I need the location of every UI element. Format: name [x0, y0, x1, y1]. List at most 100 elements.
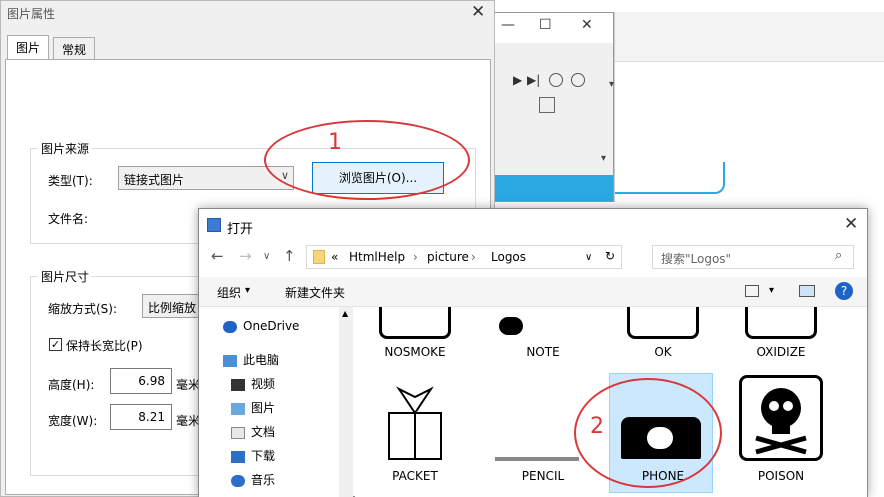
file-label: NOSMOKE — [384, 345, 446, 359]
breadcrumb-separator-icon: › — [413, 250, 418, 264]
minimize-icon[interactable]: — — [501, 17, 515, 33]
background-titlebar: — ☐ ✕ — [493, 13, 613, 43]
open-dialog-title: 打开 — [227, 222, 254, 237]
nav-item-this-pc[interactable]: 此电脑 — [223, 351, 279, 373]
breadcrumb-logos[interactable]: Logos — [491, 250, 526, 264]
scroll-arrow-icon[interactable]: ▾ — [601, 153, 606, 164]
next-icon[interactable]: ▶ — [513, 73, 522, 87]
breadcrumb-htmlhelp[interactable]: HtmlHelp — [349, 250, 405, 264]
open-dialog-icon — [207, 218, 221, 232]
annotation-number-1: 1 — [328, 130, 342, 155]
up-arrow-icon[interactable]: ↑ — [283, 247, 296, 265]
file-label: OK — [654, 345, 672, 359]
file-label: POISON — [757, 469, 805, 483]
ruler-strip — [493, 175, 613, 201]
nav-item-documents[interactable]: 文档 — [231, 423, 275, 445]
nav-item-label: 文档 — [251, 425, 276, 439]
nav-item-onedrive[interactable]: OneDrive — [223, 319, 299, 341]
annotation-number-2: 2 — [590, 414, 604, 439]
nav-item-label: OneDrive — [243, 319, 300, 333]
organize-dropdown-icon[interactable]: ▾ — [245, 285, 250, 296]
close-icon[interactable]: ✕ — [844, 214, 858, 234]
address-dropdown-icon[interactable]: ∨ — [585, 252, 592, 263]
tab-picture[interactable]: 图片 — [7, 35, 50, 59]
new-folder-button[interactable]: 新建文件夹 — [285, 284, 345, 301]
file-label: PACKET — [392, 469, 438, 483]
pencil-thumbnail — [495, 457, 579, 461]
refresh-icon[interactable]: ↻ — [605, 249, 615, 263]
width-unit: 毫米 — [176, 414, 201, 428]
keep-ratio-checkbox[interactable]: ✓ — [49, 338, 62, 351]
view-icon[interactable] — [745, 285, 759, 297]
nav-item-music[interactable]: 音乐 — [231, 471, 275, 493]
nav-item-label: 音乐 — [251, 473, 276, 487]
help-icon[interactable]: ? — [835, 282, 853, 300]
scale-label: 缩放方式(S): — [48, 302, 118, 316]
last-icon[interactable]: ▶| — [527, 73, 540, 87]
breadcrumb-overflow[interactable]: « — [331, 250, 338, 264]
filename-label: 文件名: — [48, 212, 89, 226]
note-thumbnail — [499, 317, 523, 335]
nav-item-label: 视频 — [251, 377, 276, 391]
preview-pane-icon[interactable] — [799, 285, 815, 297]
properties-icon[interactable] — [539, 97, 555, 113]
source-group-label: 图片来源 — [38, 140, 93, 157]
canvas-edge — [615, 162, 725, 194]
dialog-title: 图片属性 — [7, 7, 56, 21]
width-label: 宽度(W): — [48, 414, 98, 428]
search-box[interactable]: 搜索"Logos" ⌕ — [652, 245, 854, 269]
scale-value: 比例缩放 — [148, 301, 197, 315]
nav-item-label: 图片 — [251, 401, 276, 415]
navigation-pane: OneDrive 此电脑 视频 图片 文档 下载 音乐 — [199, 307, 339, 497]
background-window: — ☐ ✕ ▶ ▶| ▾ ▾ — [492, 12, 614, 202]
width-input[interactable]: 8.21 — [110, 404, 172, 430]
maximize-icon[interactable]: ☐ — [539, 17, 552, 33]
recent-chevron-icon[interactable]: ∨ — [263, 251, 270, 262]
forward-arrow-icon[interactable]: → — [239, 247, 252, 265]
keep-ratio-label: 保持长宽比(P) — [66, 339, 143, 353]
nav-item-pictures[interactable]: 图片 — [231, 399, 275, 421]
open-file-dialog: 打开 ✕ ← → ∨ ↑ « HtmlHelp › picture › Logo… — [198, 208, 868, 497]
height-label: 高度(H): — [48, 378, 95, 392]
document-icon — [231, 426, 245, 439]
height-unit: 毫米 — [176, 378, 201, 392]
oxidize-thumbnail — [745, 307, 817, 339]
breadcrumb-picture[interactable]: picture — [427, 250, 469, 264]
organize-button[interactable]: 组织 — [217, 284, 241, 301]
view-dropdown-icon[interactable]: ▾ — [769, 285, 774, 296]
type-label: 类型(T): — [48, 174, 93, 188]
command-bar: 组织 ▾ 新建文件夹 ▾ ? — [199, 277, 867, 307]
nav-item-videos[interactable]: 视频 — [231, 375, 275, 397]
folder-icon — [313, 250, 325, 264]
nosmoke-thumbnail — [379, 307, 451, 339]
music-icon — [231, 474, 245, 487]
nav-scrollbar[interactable]: ▲ — [339, 307, 353, 497]
address-bar[interactable]: « HtmlHelp › picture › Logos ∨ ↻ — [306, 245, 622, 269]
computer-icon — [223, 354, 237, 367]
file-label: NOTE — [526, 345, 560, 359]
scroll-up-icon[interactable]: ▲ — [342, 309, 348, 318]
close-icon[interactable]: ✕ — [471, 2, 485, 22]
background-header — [615, 12, 884, 62]
back-arrow-icon[interactable]: ← — [211, 247, 224, 265]
zoom-out-icon[interactable] — [571, 73, 585, 87]
nav-item-downloads[interactable]: 下载 — [231, 447, 275, 469]
close-icon[interactable]: ✕ — [581, 17, 593, 33]
type-value: 链接式图片 — [124, 173, 185, 187]
poison-thumbnail — [739, 375, 823, 461]
nav-item-label: 此电脑 — [243, 353, 280, 367]
file-label: PENCIL — [521, 469, 565, 483]
annotation-circle-1 — [264, 120, 470, 200]
packet-thumbnail — [379, 375, 451, 460]
zoom-in-icon[interactable] — [549, 73, 563, 87]
tab-general[interactable]: 常规 — [53, 37, 96, 59]
picture-icon — [231, 402, 245, 415]
video-icon — [231, 378, 245, 391]
background-window-right — [614, 12, 884, 202]
search-icon[interactable]: ⌕ — [835, 248, 842, 263]
breadcrumb-separator-icon: › — [471, 250, 476, 264]
size-group-label: 图片尺寸 — [38, 268, 93, 285]
height-input[interactable]: 6.98 — [110, 368, 172, 394]
search-input[interactable]: 搜索"Logos" — [661, 250, 731, 267]
nav-item-label: 下载 — [251, 449, 276, 463]
